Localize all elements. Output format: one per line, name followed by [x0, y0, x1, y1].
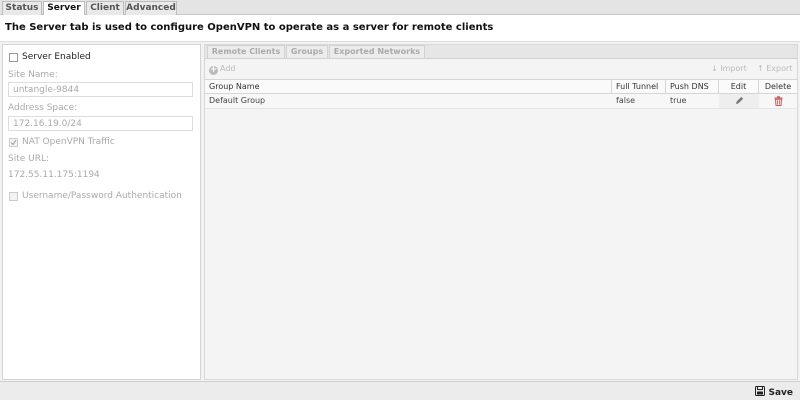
tab-client[interactable]: Client: [86, 1, 124, 15]
col-delete[interactable]: Delete: [759, 80, 797, 94]
sub-tab-bar: Remote Clients Groups Exported Networks: [205, 45, 797, 59]
col-push-dns[interactable]: Push DNS: [666, 80, 719, 94]
main-tab-bar: Status Server Client Advanced: [0, 0, 800, 16]
add-label: Add: [220, 64, 236, 73]
delete-cell: [759, 94, 797, 108]
tab-remote-clients[interactable]: Remote Clients: [207, 45, 285, 59]
server-enabled-label: Server Enabled: [22, 52, 91, 62]
address-space-field[interactable]: 172.16.19.0/24: [8, 116, 193, 131]
server-enabled-checkbox[interactable]: [9, 53, 18, 62]
edit-cell: [719, 94, 759, 108]
nat-traffic-checkbox[interactable]: [9, 138, 18, 147]
import-label: Import: [720, 64, 747, 73]
push-dns-cell: true: [670, 96, 687, 105]
tab-groups[interactable]: Groups: [286, 45, 328, 59]
export-icon: ↑: [757, 64, 764, 73]
save-label: Save: [768, 388, 793, 398]
col-edit[interactable]: Edit: [719, 80, 759, 94]
tab-exported-networks[interactable]: Exported Networks: [329, 45, 425, 59]
site-name-label: Site Name:: [8, 70, 58, 80]
grid-header: Group Name Full Tunnel Push DNS Edit Del…: [205, 79, 797, 94]
page-description: The Server tab is used to configure Open…: [0, 15, 800, 42]
auth-label: Username/Password Authentication: [22, 191, 182, 201]
tab-server[interactable]: Server: [43, 1, 85, 16]
export-button[interactable]: ↑ Export: [757, 64, 792, 73]
import-icon: ↓: [711, 64, 718, 73]
checkmark-icon: [10, 139, 17, 146]
grid-toolbar: + Add ↓ Import ↑ Export: [205, 60, 797, 78]
auth-checkbox[interactable]: [9, 192, 18, 201]
group-name-cell: Default Group: [209, 96, 266, 105]
tab-status[interactable]: Status: [2, 1, 42, 15]
server-settings-panel: Server Enabled Site Name: untangle-9844 …: [2, 44, 201, 380]
groups-panel: Remote Clients Groups Exported Networks …: [204, 44, 798, 380]
col-full-tunnel[interactable]: Full Tunnel: [612, 80, 666, 94]
col-group-name[interactable]: Group Name: [205, 80, 612, 94]
table-row[interactable]: Default Group false true: [205, 94, 797, 109]
site-url-value: 172.55.11.175:1194: [8, 170, 100, 180]
site-url-label: Site URL:: [8, 154, 50, 164]
address-space-label: Address Space:: [8, 103, 78, 113]
pencil-icon[interactable]: [735, 96, 744, 105]
floppy-icon: [755, 386, 766, 396]
import-button[interactable]: ↓ Import: [711, 64, 747, 73]
add-button[interactable]: + Add: [209, 64, 236, 75]
save-button[interactable]: Save: [755, 386, 793, 398]
tab-advanced[interactable]: Advanced: [125, 1, 177, 15]
bottom-toolbar: Save: [0, 381, 800, 400]
site-name-field[interactable]: untangle-9844: [8, 82, 193, 97]
nat-traffic-label: NAT OpenVPN Traffic: [22, 137, 115, 147]
full-tunnel-cell: false: [616, 96, 636, 105]
export-label: Export: [766, 64, 793, 73]
trash-icon[interactable]: [774, 96, 783, 106]
add-icon: +: [209, 65, 218, 75]
